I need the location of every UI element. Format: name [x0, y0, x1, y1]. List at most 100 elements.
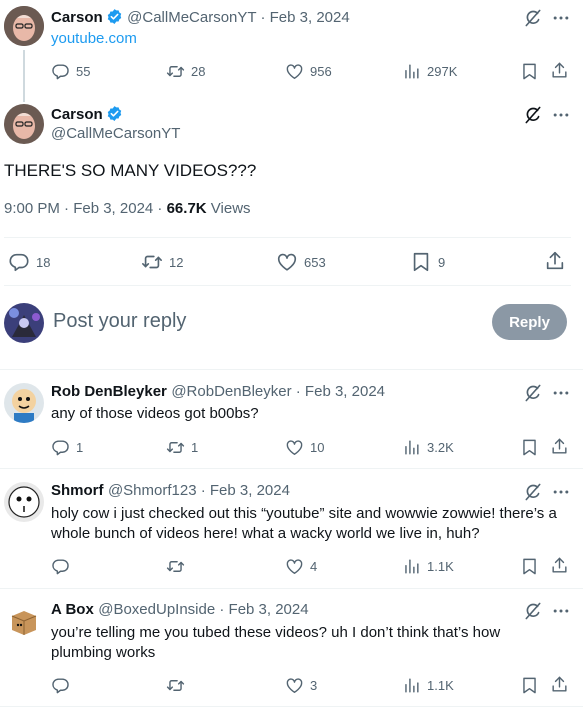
verified-badge-icon — [106, 8, 123, 30]
divider — [0, 706, 583, 707]
like-count: 10 — [310, 440, 325, 455]
reply-button[interactable]: 18 — [8, 251, 50, 273]
author-meta[interactable]: @CallMeCarsonYT · Feb 3, 2024 — [127, 9, 350, 26]
divider — [0, 369, 583, 370]
views-icon — [402, 438, 421, 457]
more-icon[interactable] — [551, 601, 571, 621]
author-meta[interactable]: @Shmorf123 · Feb 3, 2024 — [108, 482, 290, 499]
like-icon — [276, 251, 298, 273]
reply-icon — [51, 62, 70, 81]
avatar-rob-denbleyker[interactable] — [4, 383, 44, 423]
retweet-button[interactable]: 12 — [141, 251, 183, 273]
reply-icon — [8, 251, 30, 273]
bookmark-icon[interactable] — [520, 676, 539, 695]
tweet-link[interactable]: youtube.com — [51, 29, 137, 49]
reply-submit-button[interactable]: Reply — [492, 304, 567, 340]
more-icon[interactable] — [551, 482, 571, 502]
more-icon[interactable] — [551, 8, 571, 28]
author-name[interactable]: A Box — [51, 601, 94, 618]
more-icon[interactable] — [551, 105, 571, 125]
reply-header: A Box @BoxedUpInside · Feb 3, 2024 — [51, 601, 309, 619]
reply-button[interactable]: 55 — [51, 62, 90, 81]
bookmark-count: 9 — [438, 254, 446, 270]
avatar-current-user[interactable] — [4, 303, 44, 343]
avatar-carson[interactable] — [4, 6, 44, 46]
author-name[interactable]: Shmorf — [51, 482, 104, 499]
retweet-icon — [166, 62, 185, 81]
main-tweet-text: THERE'S SO MANY VIDEOS??? — [4, 161, 257, 180]
bookmark-icon[interactable] — [520, 438, 539, 457]
views-button[interactable]: 3.2K — [402, 438, 454, 457]
avatar-shmorf[interactable] — [4, 482, 44, 522]
views-count: 66.7K — [166, 200, 207, 217]
retweet-icon — [166, 438, 185, 457]
more-icon[interactable] — [551, 383, 571, 403]
views-button[interactable]: 1.1K — [402, 557, 454, 576]
author-name[interactable]: Carson — [51, 106, 103, 123]
bookmark-icon[interactable] — [520, 557, 539, 576]
like-icon — [285, 438, 304, 457]
like-button[interactable]: 4 — [285, 557, 317, 576]
reply-button[interactable] — [51, 676, 76, 695]
share-icon[interactable] — [550, 675, 569, 694]
avatar-carson-main[interactable] — [4, 104, 44, 144]
views-count: 1.1K — [427, 678, 454, 693]
reply-icon — [51, 438, 70, 457]
views-count: 1.1K — [427, 559, 454, 574]
divider — [4, 237, 571, 238]
main-tweet-author: Carson — [51, 105, 123, 127]
retweet-count: 28 — [191, 64, 206, 79]
author-handle[interactable]: @CallMeCarsonYT — [51, 125, 180, 142]
like-button[interactable]: 3 — [285, 676, 317, 695]
reply-input[interactable]: Post your reply — [53, 310, 186, 333]
author-meta[interactable]: @RobDenBleyker · Feb 3, 2024 — [171, 383, 385, 400]
retweet-button[interactable]: 1 — [166, 438, 198, 457]
views-label: Views — [206, 200, 251, 217]
avatar-a-box[interactable] — [4, 601, 44, 641]
views-button[interactable]: 1.1K — [402, 676, 454, 695]
like-count: 956 — [310, 64, 332, 79]
like-button[interactable]: 653 — [276, 251, 326, 273]
views-icon — [402, 62, 421, 81]
grok-icon[interactable] — [523, 601, 543, 621]
retweet-icon — [141, 251, 163, 273]
grok-icon[interactable] — [523, 105, 543, 125]
grok-icon[interactable] — [523, 8, 543, 28]
thread-connector — [23, 50, 25, 102]
retweet-button[interactable]: 28 — [166, 62, 205, 81]
author-name[interactable]: Carson — [51, 9, 103, 26]
share-icon[interactable] — [550, 556, 569, 575]
reply-button[interactable]: 1 — [51, 438, 83, 457]
grok-icon[interactable] — [523, 482, 543, 502]
like-count: 653 — [304, 254, 326, 270]
reply-button[interactable] — [51, 557, 76, 576]
share-icon[interactable] — [550, 61, 569, 80]
share-icon[interactable] — [550, 437, 569, 456]
like-icon — [285, 557, 304, 576]
retweet-count: 12 — [169, 254, 184, 270]
like-icon — [285, 676, 304, 695]
verified-badge-icon — [106, 105, 123, 127]
author-meta[interactable]: @BoxedUpInside · Feb 3, 2024 — [98, 601, 308, 618]
timestamp[interactable]: 9:00 PM · Feb 3, 2024 · — [4, 200, 167, 217]
like-count: 4 — [310, 559, 318, 574]
bookmark-button[interactable]: 9 — [410, 251, 445, 273]
divider — [4, 285, 571, 286]
reply-count: 1 — [76, 440, 84, 455]
share-icon[interactable] — [544, 250, 566, 272]
retweet-button[interactable] — [166, 557, 191, 576]
like-button[interactable]: 10 — [285, 438, 324, 457]
views-button[interactable]: 297K — [402, 62, 457, 81]
retweet-button[interactable] — [166, 676, 191, 695]
like-count: 3 — [310, 678, 318, 693]
bookmark-icon[interactable] — [520, 62, 539, 81]
reply-icon — [51, 676, 70, 695]
like-button[interactable]: 956 — [285, 62, 332, 81]
views-count: 297K — [427, 64, 458, 79]
divider — [0, 588, 583, 589]
author-name[interactable]: Rob DenBleyker — [51, 383, 167, 400]
grok-icon[interactable] — [523, 383, 543, 403]
reply-header: Shmorf @Shmorf123 · Feb 3, 2024 — [51, 482, 290, 500]
reply-count: 55 — [76, 64, 91, 79]
like-icon — [285, 62, 304, 81]
